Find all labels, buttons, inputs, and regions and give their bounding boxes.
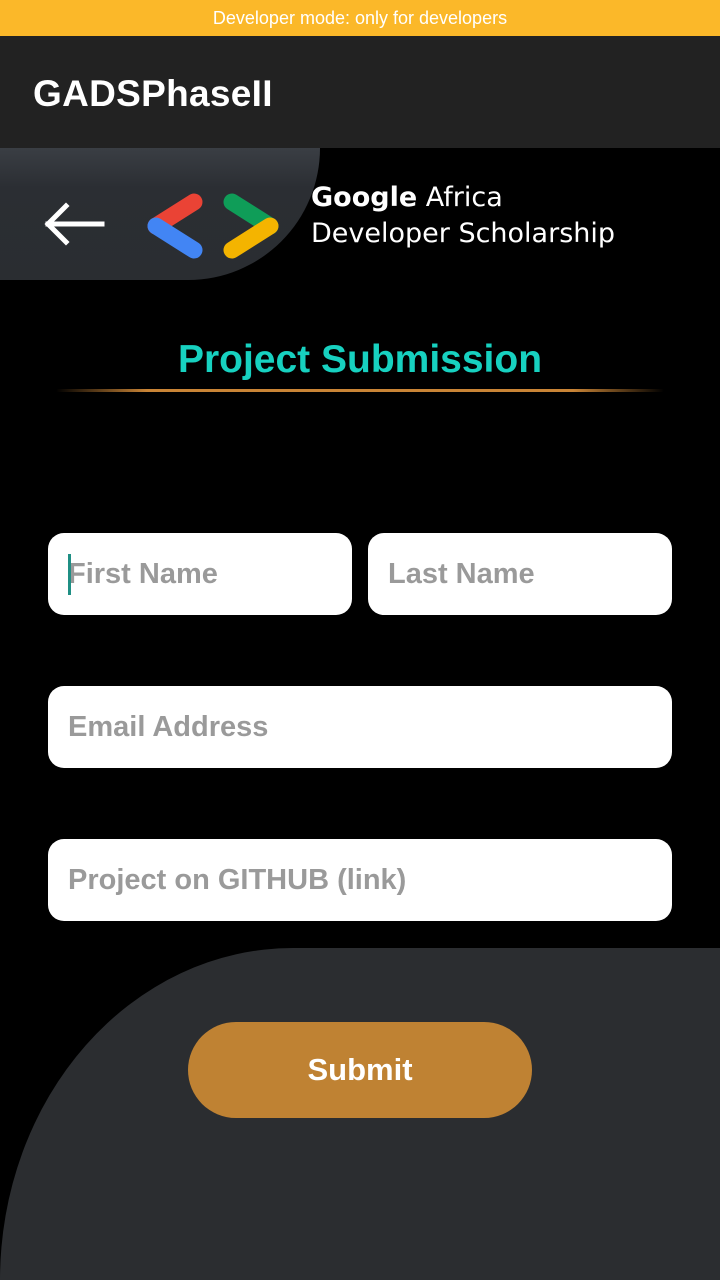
gads-chevrons-logo [142,190,284,262]
last-name-field[interactable]: Last Name [368,533,672,615]
github-link-placeholder: Project on GITHUB (link) [68,863,407,896]
brand-wordmark: Google Africa Developer Scholarship [311,180,615,252]
arrow-left-icon [44,202,105,246]
screen: Developer mode: only for developers GADS… [0,0,720,1280]
page-title: Project Submission [177,338,543,381]
back-button[interactable] [36,196,108,252]
email-field[interactable]: Email Address [48,686,672,768]
developer-mode-banner: Developer mode: only for developers [0,0,720,36]
brand-africa: Africa [417,182,503,213]
title-underline [56,389,664,392]
app-bar: GADSPhaseII [0,36,720,148]
email-placeholder: Email Address [68,710,269,743]
text-cursor [68,554,71,595]
brand-line-2: Developer Scholarship [311,218,616,249]
github-link-field[interactable]: Project on GITHUB (link) [48,839,672,921]
first-name-field[interactable]: First Name [48,533,352,615]
first-name-placeholder: First Name [68,557,218,590]
brand-line-1: Google Africa [311,180,615,216]
submit-button[interactable]: Submit [188,1022,532,1118]
brand-google: Google [311,182,418,213]
last-name-placeholder: Last Name [388,557,535,590]
app-title: GADSPhaseII [33,73,273,114]
